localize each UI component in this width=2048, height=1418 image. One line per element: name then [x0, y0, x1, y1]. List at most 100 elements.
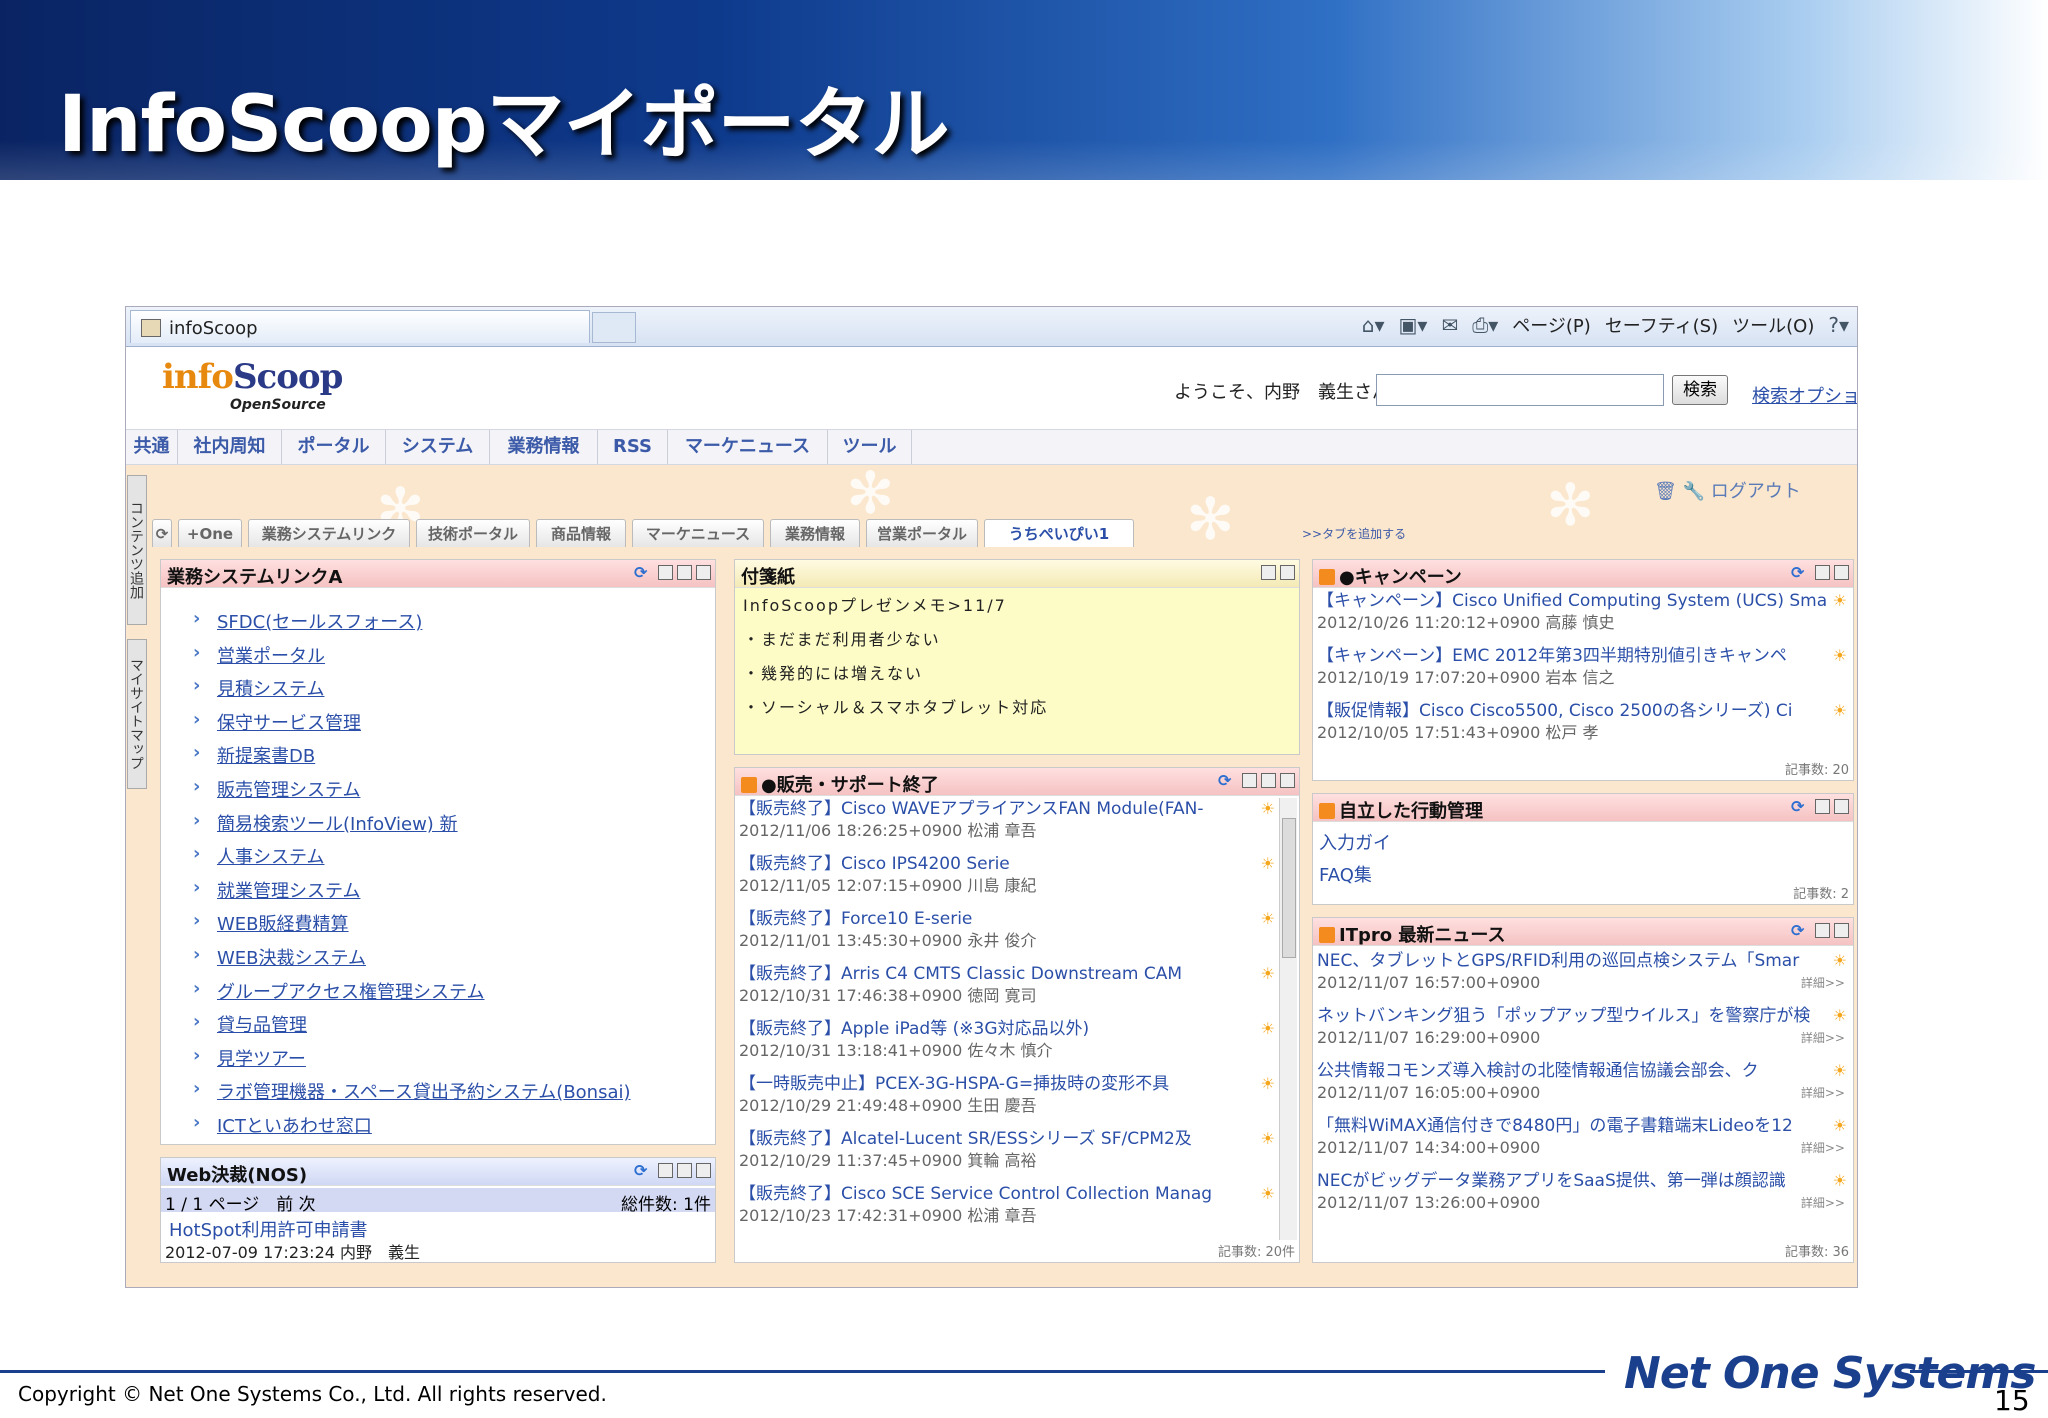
tab-uchi[interactable]: うちぺいぴい1	[984, 519, 1134, 547]
search-input[interactable]	[1376, 374, 1664, 406]
browser-tab[interactable]: infoScoop	[130, 310, 590, 343]
tab-market-news[interactable]: マーケニュース	[632, 519, 764, 547]
search-options-link[interactable]: 検索オプショ	[1752, 382, 1857, 408]
minimize-icon[interactable]	[658, 1163, 673, 1178]
tab-products[interactable]: 商品情報	[536, 519, 626, 547]
maximize-icon[interactable]	[1834, 799, 1849, 814]
menu-portal[interactable]: ポータル	[282, 430, 386, 464]
menu-icon[interactable]	[696, 1163, 711, 1178]
detail-link[interactable]: 詳細>>	[1801, 1084, 1845, 1101]
maximize-icon[interactable]	[1834, 565, 1849, 580]
menu-business[interactable]: 業務情報	[490, 430, 598, 464]
minimize-icon[interactable]	[1815, 565, 1830, 580]
scrollbar-thumb[interactable]	[1282, 818, 1296, 958]
menu-notice[interactable]: 社内周知	[178, 430, 282, 464]
list-item[interactable]: 新提案書DB	[193, 742, 631, 776]
minimize-icon[interactable]	[1815, 923, 1830, 938]
detail-link[interactable]: 詳細>>	[1801, 1139, 1845, 1156]
mail-icon[interactable]: ✉	[1441, 313, 1458, 337]
tab-business-links[interactable]: 業務システムリンク	[248, 519, 410, 547]
page-menu[interactable]: ページ(P)	[1512, 312, 1591, 338]
my-sitemap-tab[interactable]: マイサイトマップ	[127, 639, 147, 789]
maximize-icon[interactable]	[677, 565, 692, 580]
refresh-icon[interactable]: ⟳	[634, 565, 654, 581]
safety-menu[interactable]: セーフティ(S)	[1605, 312, 1718, 338]
list-item[interactable]: WEB販経費精算	[193, 910, 631, 944]
search-button[interactable]: 検索	[1672, 375, 1728, 405]
list-item[interactable]: ラボ管理機器・スペース貸出予約システム(Bonsai)	[193, 1078, 631, 1112]
list-item[interactable]: 見積システム	[193, 675, 631, 709]
feed-item-title[interactable]: 【販売終了】Apple iPad等 (※3G対応品以外)	[739, 1018, 1275, 1040]
maximize-icon[interactable]	[677, 1163, 692, 1178]
feed-item-title[interactable]: 【一時販売中止】PCEX-3G-HSPA-G=挿抜時の変形不具	[739, 1073, 1275, 1095]
menu-market-news[interactable]: マーケニュース	[668, 430, 828, 464]
add-content-tab[interactable]: コンテンツ追加	[127, 475, 147, 625]
feed-item-title[interactable]: 【販売終了】Alcatel-Lucent SR/ESSシリーズ SF/CPM2及	[739, 1128, 1275, 1150]
feed-item-title[interactable]: 【キャンペーン】EMC 2012年第3四半期特別値引きキャンペ	[1317, 645, 1847, 667]
feed-item-title[interactable]: 【販売終了】Cisco SCE Service Control Collecti…	[739, 1183, 1275, 1205]
list-item[interactable]: 販売管理システム	[193, 776, 631, 810]
minimize-icon[interactable]	[1261, 565, 1276, 580]
menu-system[interactable]: システム	[386, 430, 490, 464]
menu-icon[interactable]	[696, 565, 711, 580]
list-item[interactable]: 入力ガイ	[1319, 828, 1391, 860]
feed-item-title[interactable]: 【販売終了】Force10 E-serie	[739, 908, 1275, 930]
refresh-tabs-icon[interactable]: ⟳	[152, 519, 172, 547]
minimize-icon[interactable]	[1242, 773, 1257, 788]
feed-item-title[interactable]: 【販売終了】Arris C4 CMTS Classic Downstream C…	[739, 963, 1275, 985]
menu-icon[interactable]	[1280, 565, 1295, 580]
list-item[interactable]: SFDC(セールスフォース)	[193, 608, 631, 642]
menu-common[interactable]: 共通	[126, 430, 178, 464]
list-item[interactable]: 人事システム	[193, 843, 631, 877]
refresh-icon[interactable]: ⟳	[1791, 923, 1811, 939]
feed-item-title[interactable]: NECがビッグデータ業務アプリをSaaS提供、第一弾は顔認識	[1317, 1170, 1847, 1192]
refresh-icon[interactable]: ⟳	[634, 1163, 654, 1179]
refresh-icon[interactable]: ⟳	[1791, 799, 1811, 815]
home-icon[interactable]: ⌂▾	[1362, 313, 1385, 337]
new-tab-button[interactable]	[592, 312, 636, 343]
scrollbar[interactable]	[1279, 798, 1297, 1240]
feed-item-title[interactable]: ネットバンキング狙う「ポップアップ型ウイルス」を警察庁が検	[1317, 1005, 1847, 1027]
feeds-icon[interactable]: ▣▾	[1399, 313, 1428, 337]
logout-link[interactable]: ログアウト	[1711, 481, 1801, 502]
list-item[interactable]: 簡易検索ツール(InfoView) 新	[193, 810, 631, 844]
list-item[interactable]: 貸与品管理	[193, 1011, 631, 1045]
tools-menu[interactable]: ツール(O)	[1732, 312, 1814, 338]
feed-item-title[interactable]: 【販売終了】Cisco IPS4200 Serie	[739, 853, 1275, 875]
tab-one[interactable]: +One	[178, 519, 242, 547]
detail-link[interactable]: 詳細>>	[1801, 974, 1845, 991]
print-icon[interactable]: ⎙▾	[1472, 313, 1498, 337]
memo-body[interactable]: InfoScoopプレゼンメモ>11/7 ・まだまだ利用者少ない ・幾発的には増…	[735, 588, 1299, 754]
feed-item-title[interactable]: 【販促情報】Cisco Cisco5500, Cisco 2500の各シリーズ)…	[1317, 700, 1847, 722]
list-item[interactable]: WEB決裁システム	[193, 944, 631, 978]
list-item[interactable]: 見学ツアー	[193, 1045, 631, 1079]
feed-item-title[interactable]: 【キャンペーン】Cisco Unified Computing System (…	[1317, 590, 1847, 612]
refresh-icon[interactable]: ⟳	[1218, 773, 1238, 789]
wrench-icon[interactable]: 🔧	[1683, 481, 1705, 502]
maximize-icon[interactable]	[1261, 773, 1276, 788]
list-item[interactable]: FAQ集	[1319, 860, 1391, 892]
trash-icon[interactable]: 🗑	[1654, 481, 1677, 502]
list-item[interactable]: ICTといあわせ窓口	[193, 1112, 631, 1146]
minimize-icon[interactable]	[1815, 799, 1830, 814]
refresh-icon[interactable]: ⟳	[1791, 565, 1811, 581]
feed-item-title[interactable]: 【販売終了】Cisco WAVEアプライアンスFAN Module(FAN-	[739, 798, 1275, 820]
minimize-icon[interactable]	[658, 565, 673, 580]
tab-sales-portal[interactable]: 営業ポータル	[866, 519, 978, 547]
feed-item-title[interactable]: 公共情報コモンズ導入検討の北陸情報通信協議会部会、ク	[1317, 1060, 1847, 1082]
feed-item-title[interactable]: 「無料WiMAX通信付きで8480円」の電子書籍端末Lideoを12	[1317, 1115, 1847, 1137]
list-item[interactable]: 保守サービス管理	[193, 709, 631, 743]
menu-icon[interactable]	[1280, 773, 1295, 788]
add-tab-link[interactable]: >>タブを追加する	[1302, 525, 1406, 542]
pager-text[interactable]: 1 / 1 ページ 前 次	[165, 1195, 316, 1215]
list-item[interactable]: 営業ポータル	[193, 642, 631, 676]
list-item[interactable]: グループアクセス権管理システム	[193, 978, 631, 1012]
tab-business-info[interactable]: 業務情報	[770, 519, 860, 547]
help-icon[interactable]: ?▾	[1828, 313, 1849, 337]
detail-link[interactable]: 詳細>>	[1801, 1194, 1845, 1211]
feed-item-title[interactable]: NEC、タブレットとGPS/RFID利用の巡回点検システム「Smar	[1317, 950, 1847, 972]
tab-tech-portal[interactable]: 技術ポータル	[416, 519, 530, 547]
maximize-icon[interactable]	[1834, 923, 1849, 938]
list-item[interactable]: 就業管理システム	[193, 877, 631, 911]
menu-rss[interactable]: RSS	[598, 430, 668, 464]
